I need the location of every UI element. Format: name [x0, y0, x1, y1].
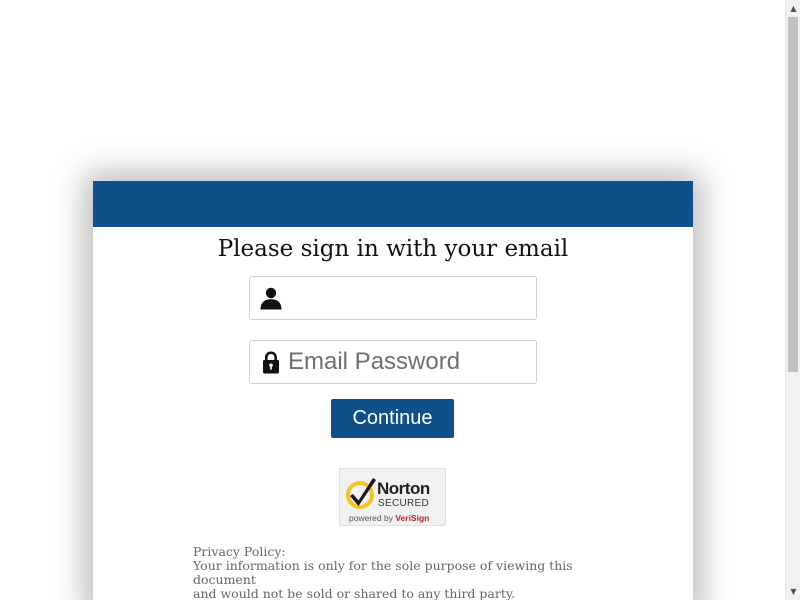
powered-by-label: powered by	[349, 513, 393, 523]
continue-button[interactable]: Continue	[331, 399, 454, 438]
email-input[interactable]	[288, 277, 528, 319]
norton-powered-by: powered by VeriSign	[349, 513, 429, 523]
signin-card: Please sign in with your email Continue …	[93, 181, 693, 600]
card-header-bar	[93, 181, 693, 227]
norton-secured-text: SECURED	[378, 498, 429, 509]
privacy-heading: Privacy Policy:	[193, 544, 286, 559]
norton-check-icon	[346, 478, 376, 509]
email-field[interactable]	[249, 276, 537, 320]
page-viewport: Please sign in with your email Continue …	[0, 0, 785, 600]
verisign-label: VeriSign	[395, 513, 430, 523]
norton-brand-text: Norton	[377, 479, 430, 498]
scroll-down-arrow[interactable]: ▼	[786, 583, 800, 600]
user-icon	[259, 286, 283, 310]
password-field[interactable]	[249, 340, 537, 384]
page-title: Please sign in with your email	[217, 236, 569, 262]
lock-icon	[259, 350, 283, 374]
privacy-line-1: Your information is only for the sole pu…	[193, 558, 573, 587]
password-input[interactable]	[288, 341, 528, 383]
norton-secured-badge: Norton SECURED powered by VeriSign	[339, 468, 446, 526]
vertical-scrollbar[interactable]: ▲ ▼	[785, 0, 800, 600]
privacy-line-2: and would not be sold or shared to any t…	[193, 586, 516, 600]
privacy-policy: Privacy Policy: Your information is only…	[193, 545, 613, 600]
scrollbar-thumb[interactable]	[788, 17, 798, 372]
scroll-up-arrow[interactable]: ▲	[786, 0, 800, 17]
